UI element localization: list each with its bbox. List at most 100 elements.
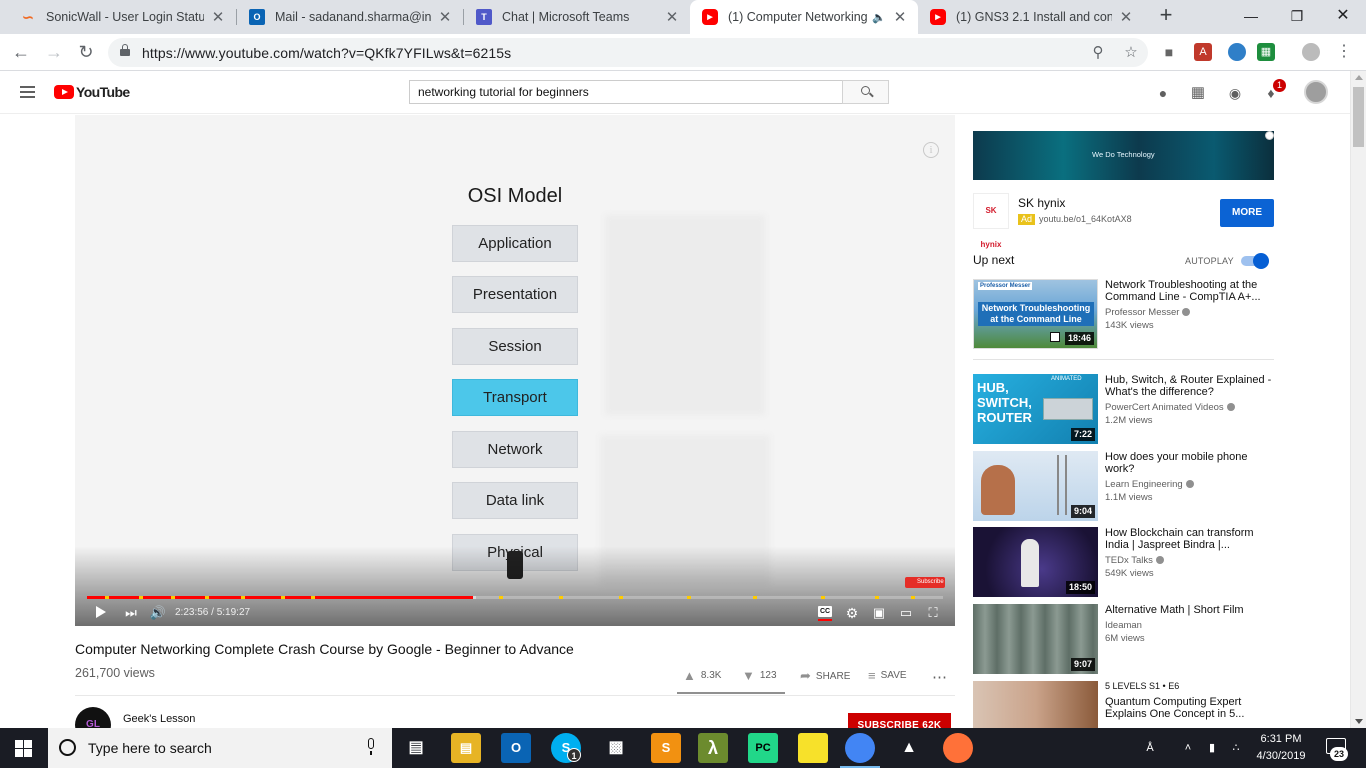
close-tab-icon[interactable]: ✕ bbox=[1118, 8, 1134, 26]
scrollbar-thumb[interactable] bbox=[1353, 87, 1364, 147]
more-actions-icon[interactable]: ⋯ bbox=[932, 668, 947, 686]
like-button[interactable]: ▲ 8.3K bbox=[683, 668, 721, 683]
close-window-button[interactable]: ✕ bbox=[1320, 0, 1366, 34]
recommendation-item[interactable]: 5 LEVELS S1 • E6 Quantum Computing Exper… bbox=[973, 681, 1274, 728]
cortana-icon[interactable] bbox=[59, 739, 76, 756]
theater-mode-icon[interactable]: ▭ bbox=[897, 603, 915, 623]
address-bar[interactable]: https://www.youtube.com/watch?v=QKfk7YFI… bbox=[108, 38, 1148, 67]
task-view-icon[interactable]: ▤ bbox=[401, 733, 431, 763]
file-explorer-icon[interactable]: ▤ bbox=[451, 733, 481, 763]
scroll-up-arrow-icon[interactable] bbox=[1355, 75, 1363, 80]
create-video-icon[interactable]: ● bbox=[1153, 83, 1173, 103]
close-tab-icon[interactable]: ✕ bbox=[210, 8, 226, 26]
video-thumbnail[interactable]: 9:04 bbox=[973, 451, 1098, 521]
video-thumbnail[interactable]: 18:50 bbox=[973, 527, 1098, 597]
recommendation-item[interactable]: 9:04 How does your mobile phone work? Le… bbox=[973, 451, 1274, 523]
reload-button[interactable]: ↻ bbox=[74, 41, 98, 65]
autoplay-toggle-knob[interactable] bbox=[1253, 253, 1269, 269]
autoplay-toggle[interactable] bbox=[1241, 253, 1269, 269]
bookmark-star-icon[interactable]: ☆ bbox=[1121, 43, 1141, 63]
microphone-icon[interactable] bbox=[366, 738, 376, 756]
zoom-icon[interactable]: ⚲ bbox=[1088, 43, 1108, 63]
sticky-notes-icon[interactable] bbox=[798, 733, 828, 763]
messages-icon[interactable]: ◉ bbox=[1225, 83, 1245, 103]
account-avatar[interactable] bbox=[1304, 80, 1328, 104]
captions-icon[interactable]: CC bbox=[818, 606, 832, 621]
browser-tab-teams[interactable]: T Chat | Microsoft Teams ✕ bbox=[464, 0, 690, 34]
camera-extension-icon[interactable]: ■ bbox=[1160, 43, 1178, 61]
browser-tab-gns3[interactable]: ▶ (1) GNS3 2.1 Install and config ✕ bbox=[918, 0, 1144, 34]
page-scrollbar[interactable] bbox=[1350, 71, 1366, 728]
search-input[interactable]: networking tutorial for beginners bbox=[409, 80, 843, 104]
people-icon[interactable]: Å bbox=[1140, 728, 1160, 768]
fullscreen-icon[interactable]: ⛶ bbox=[924, 603, 942, 623]
scroll-down-arrow-icon[interactable] bbox=[1355, 719, 1363, 724]
forward-button[interactable]: → bbox=[42, 41, 66, 65]
photos-icon[interactable]: ▲ bbox=[894, 733, 924, 763]
channel-name[interactable]: Geek's Lesson bbox=[123, 713, 195, 725]
pycharm-icon[interactable]: PC bbox=[748, 733, 778, 763]
browser-tab-sonicwall[interactable]: ∽ SonicWall - User Login Status ✕ bbox=[8, 0, 236, 34]
show-hidden-icons-icon[interactable]: ˄ bbox=[1178, 728, 1198, 768]
video-thumbnail[interactable]: 9:07 bbox=[973, 604, 1098, 674]
recommendation-item[interactable]: ANIMATED HUB, SWITCH, ROUTER 7:22 Hub, S… bbox=[973, 374, 1274, 446]
dislike-button[interactable]: ▼ 123 bbox=[742, 668, 777, 683]
info-icon[interactable]: i bbox=[923, 142, 939, 158]
miniplayer-icon[interactable]: ▣ bbox=[870, 603, 888, 623]
taskbar-search-box[interactable]: Type here to search bbox=[48, 728, 392, 768]
next-video-icon[interactable]: ⏭ bbox=[123, 603, 139, 623]
video-thumbnail[interactable]: ANIMATED HUB, SWITCH, ROUTER 7:22 bbox=[973, 374, 1098, 444]
pdf-extension-icon[interactable]: A bbox=[1194, 43, 1212, 61]
close-tab-icon[interactable]: ✕ bbox=[892, 8, 908, 26]
ad-banner[interactable]: We Do Technology bbox=[973, 131, 1274, 180]
ad-more-button[interactable]: MORE bbox=[1220, 199, 1274, 227]
video-player[interactable]: i OSI Model Application Presentation Sessi… bbox=[75, 115, 955, 626]
hamburger-menu-icon[interactable] bbox=[20, 86, 35, 98]
play-icon[interactable] bbox=[96, 606, 106, 618]
recommendation-title[interactable]: How does your mobile phone work? bbox=[1105, 451, 1273, 475]
save-button[interactable]: ≡ SAVE bbox=[868, 668, 907, 683]
new-tab-button[interactable]: + bbox=[1155, 4, 1177, 27]
sheets-extension-icon[interactable]: ▦ bbox=[1257, 43, 1275, 61]
progress-bar[interactable] bbox=[87, 596, 943, 599]
browser-tab-mail[interactable]: O Mail - sadanand.sharma@infos ✕ bbox=[237, 0, 463, 34]
volume-icon[interactable]: 🔊 bbox=[149, 603, 167, 623]
recommendation-title[interactable]: Hub, Switch, & Router Explained - What's… bbox=[1105, 374, 1273, 398]
close-tab-icon[interactable]: ✕ bbox=[437, 8, 453, 26]
chrome-taskbar-icon[interactable] bbox=[845, 733, 875, 763]
close-tab-icon[interactable]: ✕ bbox=[664, 8, 680, 26]
settings-gear-icon[interactable]: ⚙ bbox=[843, 603, 861, 623]
recommendation-item[interactable]: 9:07 Alternative Math | Short Film Ideam… bbox=[973, 604, 1274, 676]
ad-url[interactable]: youtu.be/o1_64KotAX8 bbox=[1039, 214, 1132, 224]
chrome-menu-icon[interactable]: ⋮ bbox=[1332, 41, 1356, 65]
sublime-text-icon[interactable]: S bbox=[651, 733, 681, 763]
video-thumbnail[interactable]: Professor Messer Network Troubleshooting… bbox=[973, 279, 1098, 349]
outlook-taskbar-icon[interactable]: O bbox=[501, 733, 531, 763]
extension-icon[interactable] bbox=[1228, 43, 1246, 61]
browser-tab-computer-networking[interactable]: ▶ (1) Computer Networking 🔈 ✕ bbox=[690, 0, 918, 34]
lambda-app-icon[interactable]: λ bbox=[698, 733, 728, 763]
advertiser-name[interactable]: SK hynix bbox=[1018, 196, 1065, 210]
video-thumbnail[interactable] bbox=[973, 681, 1098, 728]
url-text[interactable]: https://www.youtube.com/watch?v=QKfk7YFI… bbox=[142, 45, 511, 61]
recommendation-title[interactable]: Network Troubleshooting at the Command L… bbox=[1105, 279, 1273, 303]
share-button[interactable]: ➦ SHARE bbox=[800, 668, 850, 684]
add-to-queue-icon[interactable] bbox=[1050, 332, 1060, 342]
recommendation-title[interactable]: Alternative Math | Short Film bbox=[1105, 604, 1273, 616]
firefox-icon[interactable] bbox=[943, 733, 973, 763]
ad-info-icon[interactable] bbox=[1265, 131, 1274, 140]
search-button[interactable] bbox=[842, 80, 889, 104]
battery-icon[interactable]: ▮ bbox=[1202, 728, 1222, 768]
apps-grid-icon[interactable]: ▦ bbox=[1188, 83, 1208, 103]
recommendation-item[interactable]: 18:50 How Blockchain can transform India… bbox=[973, 527, 1274, 599]
subscribe-watermark[interactable]: Subscribe bbox=[905, 577, 945, 588]
recommendation-title[interactable]: How Blockchain can transform India | Jas… bbox=[1105, 527, 1273, 551]
recommendation-item[interactable]: Professor Messer Network Troubleshooting… bbox=[973, 279, 1274, 351]
back-button[interactable]: ← bbox=[9, 41, 33, 65]
taskbar-clock[interactable]: 6:31 PM 4/30/2019 bbox=[1248, 731, 1314, 765]
remote-desktop-icon[interactable]: ▩ bbox=[601, 733, 631, 763]
wifi-icon[interactable]: ∴ bbox=[1226, 728, 1246, 768]
advertiser-logo[interactable]: SK hynix bbox=[973, 193, 1009, 249]
maximize-button[interactable]: ❐ bbox=[1274, 0, 1320, 34]
lock-icon[interactable] bbox=[120, 44, 130, 56]
